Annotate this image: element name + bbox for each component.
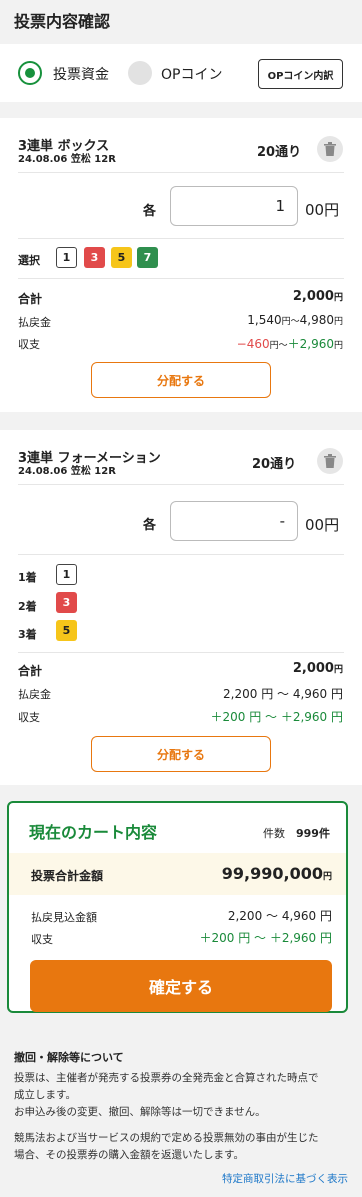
- notes-paragraph-2: 競馬法および当サービスの規約で定める投票無効の事由が生じた 場合、その投票券の購…: [14, 1130, 354, 1164]
- horse-chip-7: 7: [137, 247, 158, 268]
- amount-input[interactable]: 1: [170, 186, 298, 226]
- horse-chip-5: 5: [56, 620, 77, 641]
- payout-label: 払戻金: [18, 688, 51, 701]
- delete-button[interactable]: [317, 136, 343, 162]
- bet-card-box: 3連単 ボックス 24.08.06 笠松 12R 20通り 各 1 00円 選択…: [0, 118, 362, 412]
- horse-chip-1: 1: [56, 564, 77, 585]
- total-value: 2,000円: [292, 289, 343, 304]
- amount-unit: 00円: [305, 516, 340, 534]
- total-label: 合計: [18, 664, 43, 678]
- cart-balance-value: ＋200 円 ～ ＋2,960 円: [199, 931, 332, 945]
- note-line: 成立します。: [14, 1089, 76, 1101]
- cart-summary: 現在のカート内容 件数 999件 投票合計金額 99,990,000円 払戻見込…: [7, 801, 348, 1013]
- total-label: 合計: [18, 292, 43, 306]
- payout-value: 2,200 円 ～ 4,960 円: [223, 687, 343, 701]
- page-header: 投票内容確認: [0, 0, 362, 44]
- total-value: 2,000円: [292, 661, 343, 676]
- funding-selector: 投票資金 OPコイン OPコイン内訳: [0, 44, 362, 102]
- item-count-value: 999件: [296, 827, 330, 840]
- radio-opcoin[interactable]: [128, 61, 152, 85]
- cart-title: 現在のカート内容: [29, 823, 158, 842]
- balance-value: −460円～＋2,960円: [236, 337, 343, 351]
- horse-chip-3: 3: [56, 592, 77, 613]
- confirm-button[interactable]: 確定する: [30, 960, 332, 1012]
- divider: [18, 652, 344, 653]
- expected-payout-label: 払戻見込金額: [31, 911, 97, 924]
- balance-label: 収支: [18, 338, 40, 351]
- note-line: 競馬法および当サービスの規約で定める投票無効の事由が生じた: [14, 1132, 319, 1144]
- item-count-label: 件数: [263, 827, 285, 840]
- page-title: 投票内容確認: [14, 12, 111, 31]
- amount-unit: 00円: [305, 201, 340, 219]
- opcoin-detail-button[interactable]: OPコイン内訳: [258, 59, 343, 89]
- horse-chip-3: 3: [84, 247, 105, 268]
- delete-button[interactable]: [317, 448, 343, 474]
- divider: [18, 484, 344, 485]
- note-line: お申込み後の変更、撤回、解除等は一切できません。: [14, 1106, 266, 1118]
- horse-chip-1: 1: [56, 247, 77, 268]
- horse-chip-5: 5: [111, 247, 132, 268]
- divider: [18, 278, 344, 279]
- distribute-button[interactable]: 分配する: [91, 736, 271, 772]
- cart-total-value: 99,990,000円: [221, 864, 332, 883]
- cart-total-label: 投票合計金額: [31, 869, 104, 883]
- payout-value: 1,540円～4,980円: [247, 313, 343, 327]
- commercial-law-link[interactable]: 特定商取引法に基づく表示: [222, 1171, 348, 1186]
- divider: [18, 554, 344, 555]
- radio-funds[interactable]: [18, 61, 42, 85]
- amount-input[interactable]: -: [170, 501, 298, 541]
- place1-label: 1着: [18, 571, 37, 584]
- place3-label: 3着: [18, 628, 37, 641]
- trash-icon: [324, 142, 336, 156]
- bet-card-formation: 3連単 フォーメーション 24.08.06 笠松 12R 20通り 各 - 00…: [0, 430, 362, 785]
- payout-label: 払戻金: [18, 316, 51, 329]
- each-label: 各: [143, 518, 157, 533]
- cart-balance-label: 収支: [31, 933, 53, 946]
- divider: [18, 238, 344, 239]
- balance-label: 収支: [18, 711, 40, 724]
- notes-title: 撤回・解除等について: [14, 1051, 124, 1064]
- notes-paragraph-1: 投票は、主催者が発売する投票券の全発売金と合算された時点で 成立します。 お申込…: [14, 1070, 354, 1121]
- place2-label: 2着: [18, 600, 37, 613]
- radio-opcoin-label[interactable]: OPコイン: [161, 64, 222, 84]
- note-line: 投票は、主催者が発売する投票券の全発売金と合算された時点で: [14, 1072, 319, 1084]
- combination-count: 20通り: [252, 457, 297, 472]
- note-line: 場合、その投票券の購入金額を返還いたします。: [14, 1149, 244, 1161]
- total-band: 投票合計金額 99,990,000円: [9, 853, 346, 895]
- selection-label: 選択: [18, 254, 40, 267]
- distribute-button[interactable]: 分配する: [91, 362, 271, 398]
- race-info: 24.08.06 笠松 12R: [18, 154, 116, 165]
- race-info: 24.08.06 笠松 12R: [18, 466, 116, 477]
- balance-value: ＋200 円 ～ ＋2,960 円: [210, 710, 343, 724]
- each-label: 各: [143, 204, 157, 219]
- expected-payout-value: 2,200 ～ 4,960 円: [227, 909, 332, 923]
- combination-count: 20通り: [257, 145, 302, 160]
- trash-icon: [324, 454, 336, 468]
- divider: [18, 172, 344, 173]
- radio-funds-label[interactable]: 投票資金: [53, 64, 109, 84]
